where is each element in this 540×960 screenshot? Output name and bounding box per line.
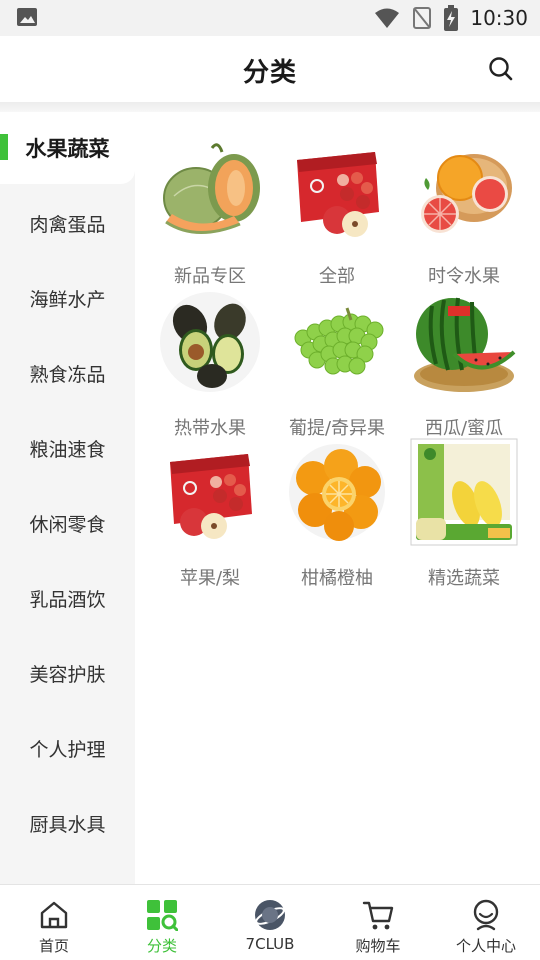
category-tile-vegetables[interactable]: 精选蔬菜 <box>399 438 529 589</box>
category-grid: 新品专区 全部 时令水果 热带水果 葡提/奇异果 西瓜/蜜瓜 苹果/梨 柑橘橙柚… <box>135 112 540 884</box>
sidebar-item-fruits-vegetables[interactable]: 水果蔬菜 <box>0 112 135 184</box>
nav-label: 7CLUB <box>245 935 295 953</box>
sidebar-item-label: 厨具水具 <box>29 813 106 836</box>
sidebar-item-beauty[interactable]: 美容护肤 <box>0 637 135 709</box>
sidebar-item-label: 熟食冻品 <box>29 363 106 386</box>
sidebar-item-label: 海鲜水产 <box>29 288 106 311</box>
sidebar-item-label: 粮油速食 <box>29 438 106 461</box>
battery-charging-icon <box>444 5 459 31</box>
status-time: 10:30 <box>470 6 528 30</box>
sidebar-item-dairy-drinks[interactable]: 乳品酒饮 <box>0 562 135 634</box>
sidebar-item-label: 肉禽蛋品 <box>29 213 106 236</box>
search-icon[interactable] <box>488 56 514 82</box>
sidebar-item-label: 乳品酒饮 <box>29 588 106 611</box>
avocado-image <box>160 292 260 392</box>
wifi-icon <box>375 8 400 28</box>
sidebar-item-label: 水果蔬菜 <box>25 137 110 161</box>
no-signal-icon <box>413 7 432 29</box>
category-sidebar: 水果蔬菜 肉禽蛋品 海鲜水产 熟食冻品 粮油速食 休闲零食 乳品酒饮 美容护肤 … <box>0 112 135 884</box>
top-bar: 分类 <box>0 36 540 102</box>
nav-home[interactable]: 首页 <box>0 885 108 960</box>
category-icon <box>147 900 178 931</box>
category-label: 苹果/梨 <box>179 568 241 589</box>
nav-label: 个人中心 <box>455 937 516 955</box>
category-tile-citrus[interactable]: 柑橘橙柚 <box>272 438 402 589</box>
sidebar-item-label: 个人护理 <box>29 738 106 761</box>
category-label: 葡提/奇异果 <box>288 418 386 439</box>
planet-icon <box>255 900 285 930</box>
grapes-image <box>294 307 384 375</box>
category-label: 精选蔬菜 <box>428 568 500 589</box>
category-label: 时令水果 <box>428 266 500 287</box>
category-label: 新品专区 <box>174 266 246 287</box>
sidebar-item-cooked-frozen[interactable]: 熟食冻品 <box>0 337 135 409</box>
sidebar-item-label: 休闲零食 <box>29 513 106 536</box>
category-tile-tropical[interactable]: 热带水果 <box>145 288 275 439</box>
category-tile-new[interactable]: 新品专区 <box>145 136 275 287</box>
status-bar: 10:30 <box>0 0 540 36</box>
bottom-navigation: 首页 分类 7CLUB 购物车 个人中心 <box>0 884 540 960</box>
sidebar-item-snacks[interactable]: 休闲零食 <box>0 487 135 559</box>
nav-profile[interactable]: 个人中心 <box>432 885 540 960</box>
category-label: 热带水果 <box>174 418 246 439</box>
profile-icon <box>473 899 499 931</box>
nav-label: 分类 <box>146 937 177 955</box>
category-tile-seasonal[interactable]: 时令水果 <box>399 136 529 287</box>
nav-category[interactable]: 分类 <box>108 885 216 960</box>
nav-cart[interactable]: 购物车 <box>324 885 432 960</box>
gallery-icon <box>17 8 37 26</box>
sidebar-item-personal-care[interactable]: 个人护理 <box>0 712 135 784</box>
home-icon <box>40 901 68 929</box>
page-title: 分类 <box>242 58 297 88</box>
nav-7club[interactable]: 7CLUB <box>216 885 324 960</box>
sidebar-item-kitchenware[interactable]: 厨具水具 <box>0 787 135 859</box>
nav-label: 购物车 <box>355 937 401 955</box>
apple-box-image <box>170 454 252 539</box>
category-label: 柑橘橙柚 <box>301 568 373 589</box>
sidebar-item-seafood[interactable]: 海鲜水产 <box>0 262 135 334</box>
header-divider <box>0 102 540 112</box>
active-indicator <box>0 134 8 160</box>
sidebar-item-grain-oil[interactable]: 粮油速食 <box>0 412 135 484</box>
grapefruit-image <box>421 154 512 233</box>
category-label: 全部 <box>319 266 355 287</box>
category-tile-grapes-kiwi[interactable]: 葡提/奇异果 <box>272 288 402 439</box>
category-label: 西瓜/蜜瓜 <box>424 418 504 439</box>
nav-label: 首页 <box>38 937 69 955</box>
watermelon-image <box>414 297 516 392</box>
sidebar-item-label: 美容护肤 <box>29 663 106 686</box>
cart-icon <box>362 901 394 930</box>
melon-image <box>163 143 260 234</box>
corn-box-image <box>410 438 518 546</box>
orange-image <box>289 444 385 541</box>
status-indicators: 10:30 <box>374 5 528 31</box>
category-tile-watermelon[interactable]: 西瓜/蜜瓜 <box>399 288 529 439</box>
category-tile-apple-pear[interactable]: 苹果/梨 <box>145 438 275 589</box>
apple-box-image <box>297 152 379 237</box>
sidebar-item-meat-eggs[interactable]: 肉禽蛋品 <box>0 187 135 259</box>
category-tile-all[interactable]: 全部 <box>272 136 402 287</box>
